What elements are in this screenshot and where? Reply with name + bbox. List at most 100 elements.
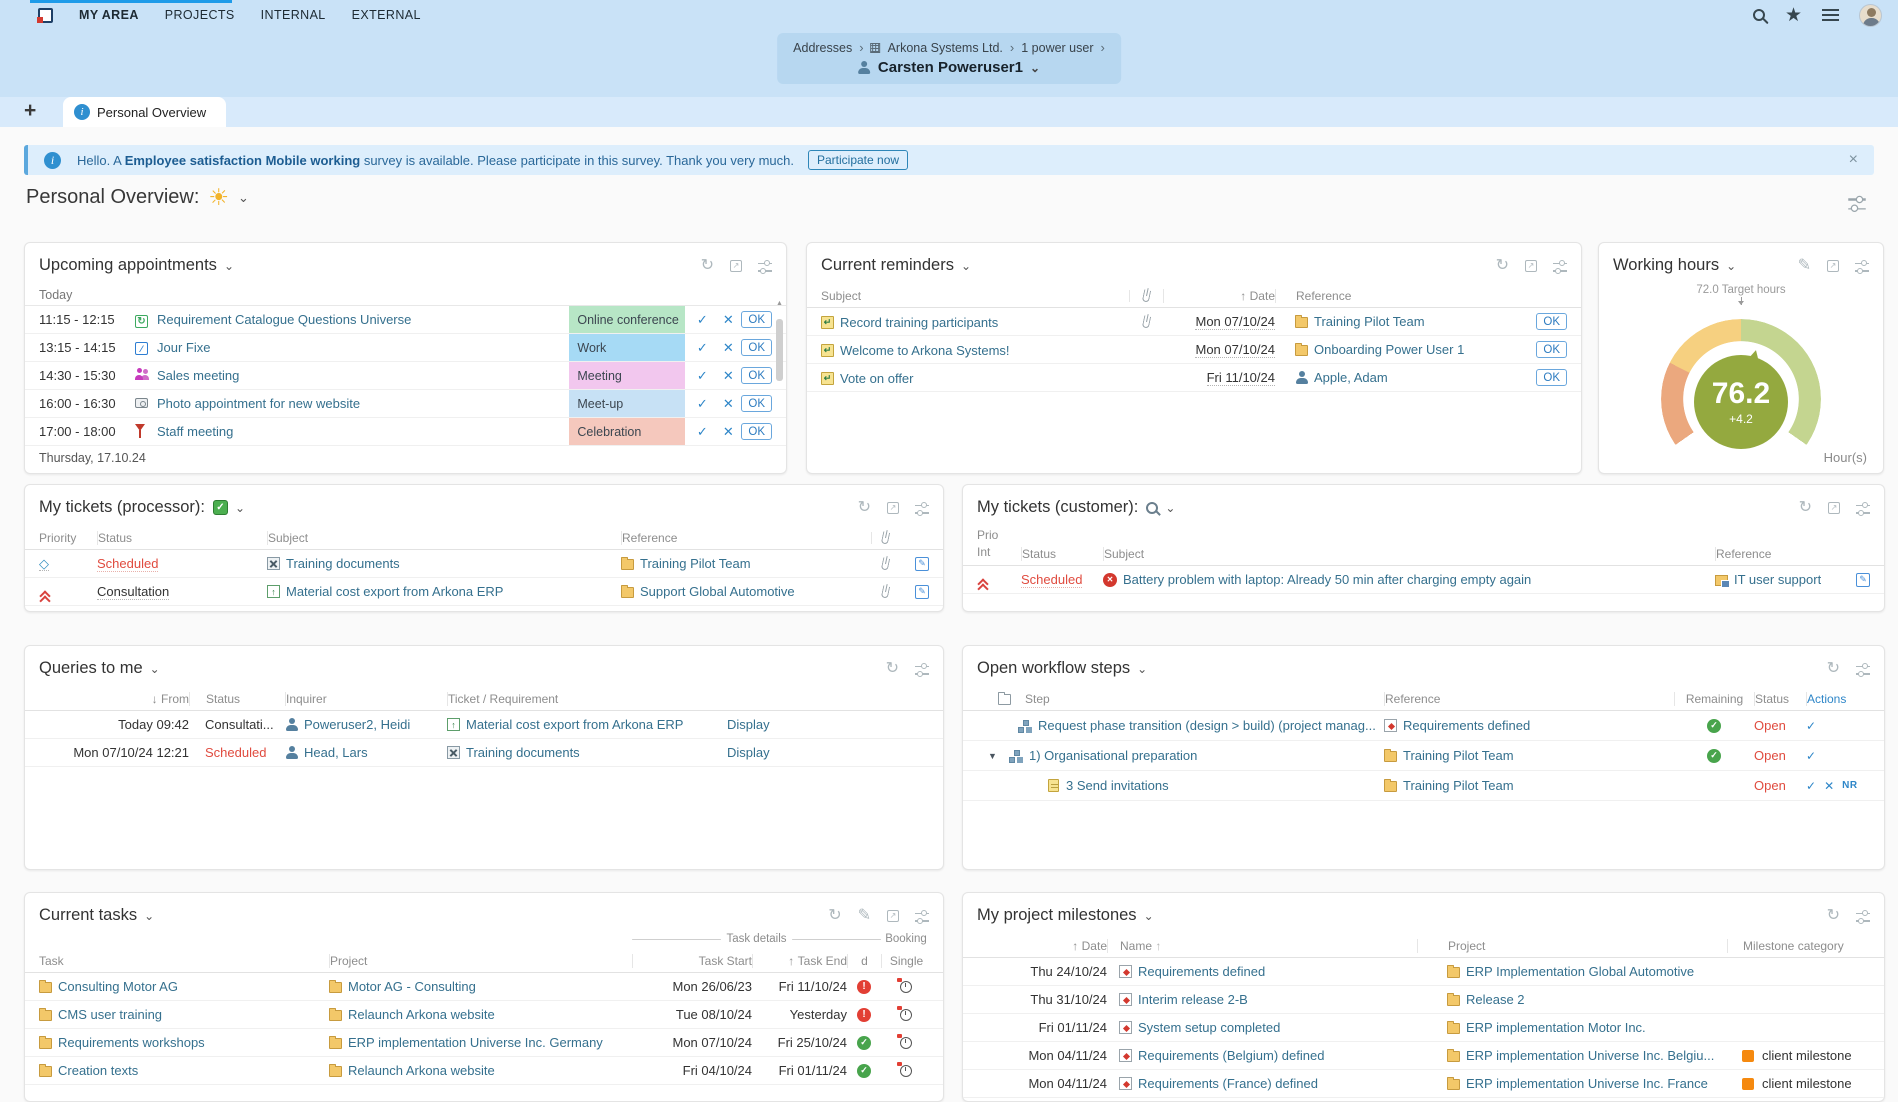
scrollbar-thumb[interactable] — [776, 319, 783, 381]
book-time-clock-icon[interactable] — [897, 977, 912, 993]
refresh-icon[interactable]: ↻ — [828, 907, 841, 924]
ticket-status[interactable]: Scheduled — [97, 556, 159, 572]
appointment-link[interactable]: Jour Fixe — [157, 340, 569, 355]
reference-link[interactable]: Requirements defined — [1384, 718, 1530, 733]
reference-link[interactable]: Apple, Adam — [1295, 370, 1388, 385]
accept-check-icon[interactable]: ✓ — [689, 368, 715, 384]
app-logo-icon[interactable] — [37, 7, 53, 23]
paperclip-icon[interactable] — [880, 530, 891, 545]
inquirer-link[interactable]: Poweruser2, Heidi — [285, 717, 410, 732]
column-header-ticket[interactable]: Ticket / Requirement — [447, 691, 727, 706]
decline-cross-icon[interactable]: ✕ — [715, 368, 741, 384]
column-header-project[interactable]: Project — [329, 953, 632, 968]
edit-icon[interactable]: ✎ — [915, 584, 929, 599]
sliders-icon[interactable] — [1553, 260, 1567, 273]
external-link-icon[interactable]: ↗ — [1827, 259, 1839, 272]
paperclip-icon[interactable] — [880, 584, 890, 599]
sliders-icon[interactable] — [915, 502, 929, 515]
column-header-task-end[interactable]: ↑ Task End — [752, 953, 847, 968]
column-header-from[interactable]: ↓ From — [39, 692, 189, 706]
refresh-icon[interactable]: ↻ — [1827, 907, 1840, 924]
milestone-link[interactable]: Requirements defined — [1119, 964, 1265, 979]
paperclip-icon[interactable] — [1141, 314, 1151, 329]
project-link[interactable]: Relaunch Arkona website — [329, 1007, 495, 1022]
edit-icon[interactable]: ✎ — [1856, 572, 1870, 587]
reminder-link[interactable]: ↵ Record training participants — [821, 315, 998, 330]
current-user-name[interactable]: Carsten Poweruser1 — [878, 59, 1023, 76]
project-link[interactable]: Motor AG - Consulting — [329, 979, 476, 994]
edit-pencil-icon[interactable]: ✎ — [1798, 257, 1811, 274]
complete-check-icon[interactable]: ✓ — [1806, 719, 1816, 733]
scrollbar[interactable]: ▲ — [775, 300, 784, 443]
close-icon[interactable]: × — [1849, 152, 1858, 168]
column-header-status[interactable]: Status — [97, 530, 267, 545]
project-link[interactable]: ERP implementation Motor Inc. — [1447, 1020, 1646, 1035]
reject-cross-icon[interactable]: ✕ — [1824, 779, 1834, 793]
reminder-date[interactable]: Fri 11/10/24 — [1206, 370, 1275, 386]
sliders-icon[interactable] — [915, 663, 929, 676]
task-link[interactable]: CMS user training — [39, 1007, 162, 1022]
chevron-down-icon[interactable]: ⌄ — [1726, 259, 1736, 273]
chevron-down-icon[interactable]: ⌄ — [144, 909, 154, 923]
external-link-icon[interactable]: ↗ — [887, 501, 899, 514]
project-link[interactable]: Release 2 — [1447, 992, 1525, 1007]
refresh-icon[interactable]: ↻ — [858, 499, 871, 516]
breadcrumb-group[interactable]: 1 power user — [1021, 41, 1093, 55]
column-header-task-start[interactable]: Task Start — [632, 953, 752, 968]
project-link[interactable]: Relaunch Arkona website — [329, 1063, 495, 1078]
accept-check-icon[interactable]: ✓ — [689, 312, 715, 328]
column-header-step[interactable]: Step — [1025, 692, 1050, 706]
ticket-status[interactable]: Consultation — [97, 584, 170, 600]
reference-link[interactable]: Training Pilot Team — [1384, 778, 1514, 793]
project-link[interactable]: ERP implementation Universe Inc. Germany — [329, 1035, 603, 1050]
add-tab-button[interactable]: + — [24, 99, 36, 123]
chevron-down-icon[interactable]: ⌄ — [1144, 909, 1154, 923]
external-link-icon[interactable]: ↗ — [1525, 259, 1537, 272]
refresh-icon[interactable]: ↻ — [886, 660, 899, 677]
column-header-priority[interactable]: Priority — [39, 531, 97, 545]
column-header-project[interactable]: Project — [1417, 938, 1727, 953]
nav-projects[interactable]: PROJECTS — [165, 8, 235, 22]
column-header-status[interactable]: Status — [1754, 691, 1806, 706]
page-settings-sliders-icon[interactable] — [1848, 195, 1866, 211]
refresh-icon[interactable]: ↻ — [701, 257, 714, 274]
ok-button[interactable]: OK — [741, 367, 772, 384]
column-header-actions[interactable]: Actions — [1806, 691, 1870, 706]
reference-link[interactable]: IT user support — [1715, 572, 1821, 587]
column-header-subject[interactable]: Subject — [267, 530, 621, 545]
column-header-subject[interactable]: Subject — [1103, 547, 1715, 561]
external-link-icon[interactable]: ↗ — [730, 259, 742, 272]
ok-button[interactable]: OK — [1536, 341, 1567, 358]
workflow-step-link[interactable]: 1) Organisational preparation — [1029, 748, 1197, 763]
menu-icon[interactable] — [1822, 9, 1839, 21]
reminder-date[interactable]: Mon 07/10/24 — [1195, 342, 1275, 358]
book-time-clock-icon[interactable] — [897, 1005, 912, 1021]
task-link[interactable]: Consulting Motor AG — [39, 979, 178, 994]
ticket-link[interactable]: ✕ Battery problem with laptop: Already 50… — [1103, 572, 1531, 587]
nav-my-area[interactable]: MY AREA — [79, 8, 139, 22]
book-time-clock-icon[interactable] — [897, 1061, 912, 1077]
sliders-icon[interactable] — [1856, 663, 1870, 676]
ticket-link[interactable]: ↑ Material cost export from Arkona ERP — [267, 584, 503, 599]
column-header-category[interactable]: Milestone category — [1727, 938, 1870, 953]
sliders-icon[interactable] — [758, 260, 772, 273]
breadcrumb-addresses[interactable]: Addresses — [793, 41, 852, 55]
project-link[interactable]: ERP implementation Universe Inc. France — [1447, 1076, 1708, 1091]
workflow-step-link[interactable]: 3 Send invitations — [1066, 778, 1169, 793]
sliders-icon[interactable] — [915, 910, 929, 923]
appointment-link[interactable]: Requirement Catalogue Questions Universe — [157, 312, 569, 327]
ticket-link[interactable]: ↑ Material cost export from Arkona ERP — [447, 717, 683, 732]
inquirer-link[interactable]: Head, Lars — [285, 745, 368, 760]
column-header-status[interactable]: Status — [1021, 547, 1103, 561]
chevron-down-icon[interactable]: ⌄ — [1030, 61, 1040, 75]
ok-button[interactable]: OK — [741, 423, 772, 440]
sliders-icon[interactable] — [1855, 260, 1869, 273]
accept-check-icon[interactable]: ✓ — [689, 340, 715, 356]
chevron-down-icon[interactable]: ⌄ — [961, 259, 971, 273]
decline-cross-icon[interactable]: ✕ — [715, 340, 741, 356]
column-header-date[interactable]: ↑ Date — [1163, 288, 1275, 303]
participate-now-button[interactable]: Participate now — [807, 150, 909, 170]
not-relevant-button[interactable]: NR — [1842, 780, 1857, 791]
appointment-link[interactable]: Staff meeting — [157, 424, 569, 439]
scroll-up-icon[interactable]: ▲ — [776, 300, 783, 307]
